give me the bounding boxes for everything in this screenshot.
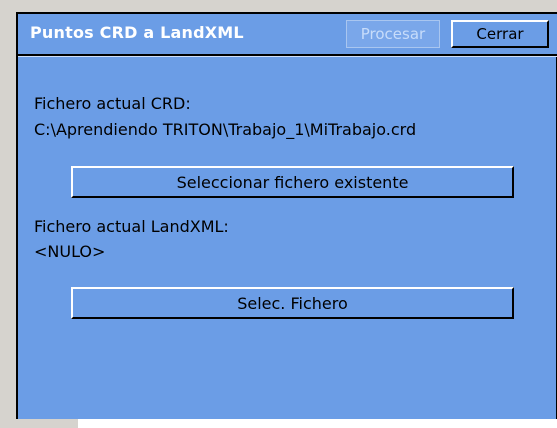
procesar-button[interactable]: Procesar bbox=[346, 20, 440, 48]
background-strip-top bbox=[0, 0, 557, 12]
title-bar: Puntos CRD a LandXML Procesar Cerrar bbox=[18, 14, 557, 54]
background-strip-bottom-left bbox=[0, 419, 78, 428]
background-strip-bottom bbox=[0, 419, 557, 428]
cerrar-button[interactable]: Cerrar bbox=[451, 20, 549, 48]
landxml-file-label: Fichero actual LandXML: bbox=[34, 217, 229, 236]
background-strip-left bbox=[0, 0, 16, 428]
select-existing-file-button[interactable]: Seleccionar fichero existente bbox=[71, 166, 514, 198]
dialog-window: Puntos CRD a LandXML Procesar Cerrar Fic… bbox=[16, 12, 557, 419]
select-file-button[interactable]: Selec. Fichero bbox=[71, 287, 514, 319]
landxml-file-value: <NULO> bbox=[34, 242, 106, 261]
crd-file-path: C:\Aprendiendo TRITON\Trabajo_1\MiTrabaj… bbox=[34, 120, 417, 139]
crd-file-label: Fichero actual CRD: bbox=[34, 94, 191, 113]
title-separator-highlight bbox=[18, 56, 557, 57]
dialog-title: Puntos CRD a LandXML bbox=[30, 23, 244, 42]
